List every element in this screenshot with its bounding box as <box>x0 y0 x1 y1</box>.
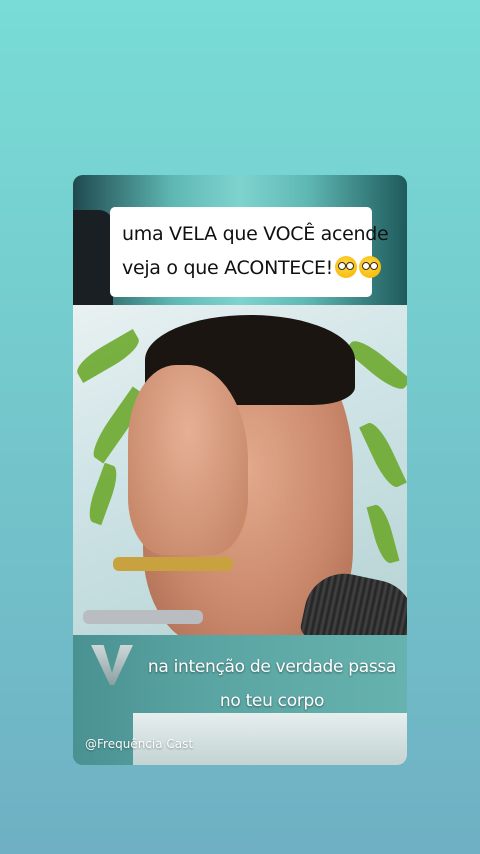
plant-leaf <box>73 328 144 384</box>
gold-bracelet <box>113 557 233 571</box>
top-caption-box: uma VELA que VOCÊ acende veja o que ACON… <box>110 207 389 297</box>
top-caption-line-2-text: veja o que ACONTECE! <box>122 257 333 279</box>
flushed-face-emoji-icon <box>335 256 357 278</box>
person-fist <box>128 365 248 555</box>
channel-watermark: @Frequência Cast <box>85 737 194 751</box>
bottom-caption-line-1: na intenção de verdade passa <box>147 657 397 677</box>
top-caption-line-2: veja o que ACONTECE! <box>122 251 381 285</box>
video-card[interactable]: uma VELA que VOCÊ acende veja o que ACON… <box>73 175 407 765</box>
silver-bracelet <box>83 610 203 624</box>
video-frame[interactable] <box>73 305 407 635</box>
plant-leaf <box>359 419 407 491</box>
top-caption-line-1: uma VELA que VOCÊ acende <box>122 223 389 245</box>
flushed-face-emoji-icon <box>359 256 381 278</box>
plant-leaf <box>84 462 122 526</box>
plant-leaf <box>366 502 400 566</box>
bottom-caption-line-2: no teu corpo <box>219 691 325 711</box>
microphone-top-left <box>73 210 113 305</box>
